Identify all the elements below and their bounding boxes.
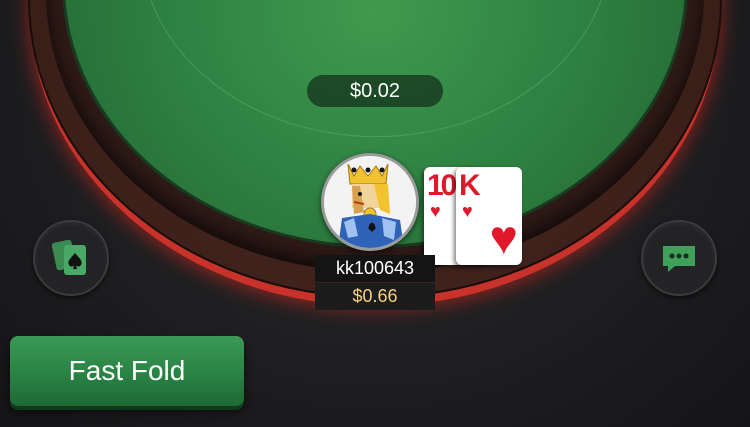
heart-icon: ♥ bbox=[462, 201, 473, 221]
fast-fold-button[interactable]: Fast Fold bbox=[10, 336, 244, 406]
king-avatar-icon bbox=[324, 156, 416, 248]
hand-history-button[interactable] bbox=[33, 220, 109, 296]
player-avatar[interactable] bbox=[321, 153, 419, 251]
hole-card-2: K ♥ ♥ bbox=[456, 167, 522, 265]
card-rank: 10 bbox=[427, 169, 457, 202]
player-name: kk100643 bbox=[315, 255, 435, 282]
cards-spade-icon bbox=[51, 239, 86, 275]
chat-button[interactable] bbox=[641, 220, 717, 296]
chat-bubble-icon bbox=[663, 246, 695, 272]
player-stack: $0.66 bbox=[315, 283, 435, 310]
heart-icon: ♥ bbox=[430, 201, 441, 221]
heart-icon: ♥ bbox=[489, 212, 519, 265]
card-rank: K bbox=[459, 169, 481, 202]
pot-amount: $0.02 bbox=[307, 75, 443, 107]
